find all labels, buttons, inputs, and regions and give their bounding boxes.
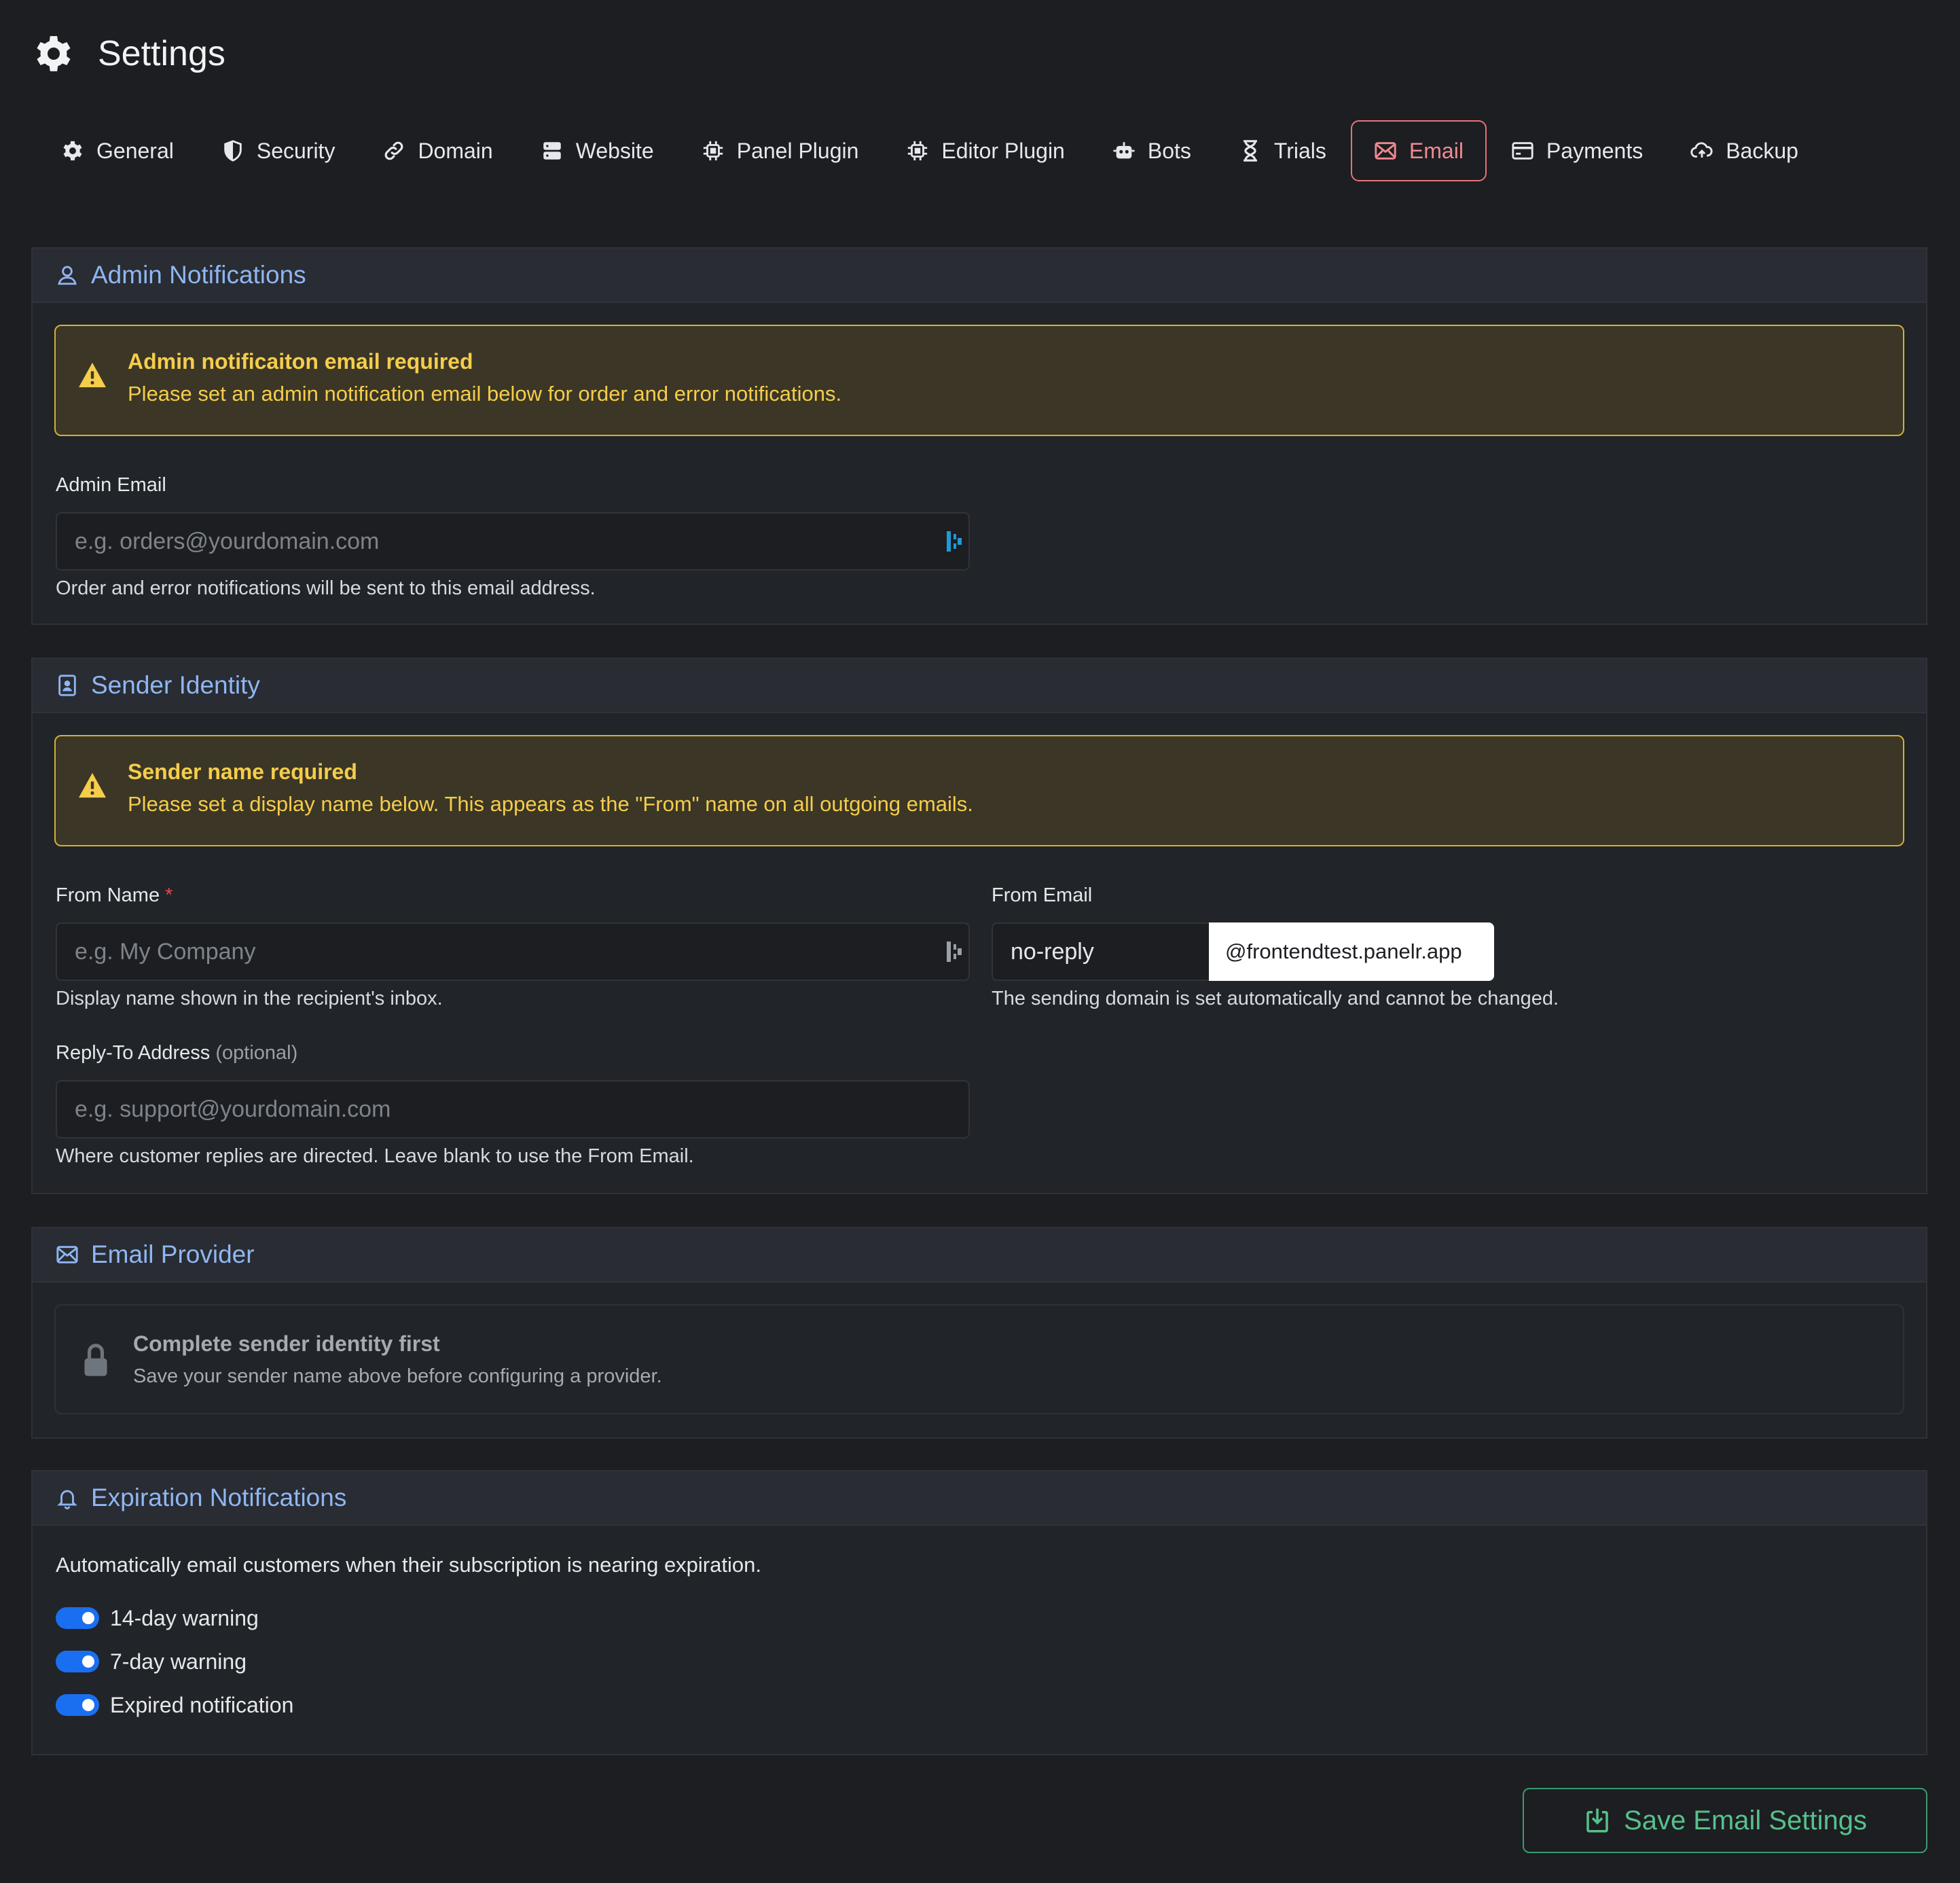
tab-label: Email bbox=[1409, 138, 1464, 163]
tab-trials[interactable]: Trials bbox=[1216, 120, 1349, 181]
reply-to-label: Reply-To Address (optional) bbox=[56, 1042, 297, 1064]
section-title: Expiration Notifications bbox=[91, 1484, 347, 1511]
password-manager-icon[interactable] bbox=[947, 942, 962, 962]
gear-icon bbox=[37, 36, 71, 71]
alert-text: Please set a display name below. This ap… bbox=[128, 792, 973, 816]
chip-icon bbox=[908, 141, 928, 161]
page-header: Settings bbox=[33, 30, 225, 77]
warning-triangle-icon bbox=[79, 362, 106, 388]
warning-triangle-icon bbox=[79, 772, 106, 798]
bell-icon bbox=[57, 1490, 77, 1509]
tab-label: General bbox=[96, 138, 174, 163]
id-badge-icon bbox=[58, 675, 76, 696]
tab-backup[interactable]: Backup bbox=[1667, 120, 1821, 181]
tab-label: Payments bbox=[1546, 138, 1644, 163]
toggle-switch[interactable] bbox=[56, 1651, 99, 1672]
optional-hint: (optional) bbox=[215, 1042, 298, 1064]
envelope-icon bbox=[56, 1246, 78, 1263]
tab-email[interactable]: Email bbox=[1350, 120, 1487, 181]
tab-domain[interactable]: Domain bbox=[359, 120, 515, 181]
tab-label: Security bbox=[256, 138, 335, 163]
admin-email-help: Order and error notifications will be se… bbox=[56, 577, 596, 599]
from-name-help: Display name shown in the recipient's in… bbox=[56, 988, 443, 1009]
from-name-label-text: From Name bbox=[56, 884, 160, 906]
credit-card-icon bbox=[1512, 142, 1533, 160]
from-email-help: The sending domain is set automatically … bbox=[992, 988, 1559, 1009]
locked-text: Save your sender name above before confi… bbox=[133, 1365, 662, 1387]
shield-icon bbox=[224, 140, 242, 162]
envelope-icon bbox=[1375, 142, 1396, 160]
sender-name-warning: Sender name required Please set a displa… bbox=[54, 735, 1904, 846]
hourglass-icon bbox=[1243, 140, 1257, 162]
expiration-description: Automatically email customers when their… bbox=[56, 1553, 761, 1577]
card-header: Sender Identity bbox=[33, 659, 1926, 713]
tab-label: Website bbox=[575, 138, 654, 163]
alert-title: Admin notificaiton email required bbox=[128, 349, 473, 374]
tab-bots[interactable]: Bots bbox=[1089, 120, 1214, 181]
settings-page: Settings General Security Domain Website… bbox=[0, 0, 1960, 1883]
reply-to-help: Where customer replies are directed. Lea… bbox=[56, 1145, 694, 1167]
robot-icon bbox=[1113, 142, 1135, 159]
toggle-label: 14-day warning bbox=[110, 1605, 259, 1630]
gear-icon bbox=[63, 141, 82, 161]
admin-email-label: Admin Email bbox=[56, 474, 166, 496]
save-download-icon bbox=[1586, 1808, 1608, 1833]
section-title: Admin Notifications bbox=[91, 261, 306, 289]
settings-tabs: General Security Domain Website Panel Pl… bbox=[38, 120, 1823, 182]
save-button-label: Save Email Settings bbox=[1624, 1805, 1867, 1835]
from-name-label: From Name * bbox=[56, 884, 173, 907]
chip-icon bbox=[703, 141, 723, 161]
tab-label: Domain bbox=[418, 138, 493, 163]
sender-identity-card: Sender Identity Sender name required Ple… bbox=[31, 658, 1927, 1194]
toggle-14-day-warning[interactable]: 14-day warning bbox=[56, 1604, 259, 1632]
card-header: Expiration Notifications bbox=[33, 1471, 1926, 1526]
page-title: Settings bbox=[98, 34, 225, 73]
required-mark: * bbox=[165, 884, 173, 906]
tab-general[interactable]: General bbox=[38, 120, 197, 181]
cloud-upload-icon bbox=[1690, 142, 1713, 158]
lock-icon bbox=[84, 1344, 107, 1376]
save-email-settings-button[interactable]: Save Email Settings bbox=[1523, 1788, 1927, 1853]
from-email-domain-suffix: @frontendtest.panelr.app bbox=[1209, 922, 1494, 981]
tab-website[interactable]: Website bbox=[518, 120, 677, 181]
tab-label: Backup bbox=[1726, 138, 1798, 163]
alert-title: Sender name required bbox=[128, 759, 357, 784]
card-header: Admin Notifications bbox=[33, 249, 1926, 303]
section-title: Email Provider bbox=[91, 1240, 255, 1268]
tab-editor-plugin[interactable]: Editor Plugin bbox=[883, 120, 1087, 181]
toggle-switch[interactable] bbox=[56, 1694, 99, 1716]
toggle-7-day-warning[interactable]: 7-day warning bbox=[56, 1648, 247, 1675]
toggle-expired-notification[interactable]: Expired notification bbox=[56, 1691, 293, 1719]
tab-label: Bots bbox=[1147, 138, 1191, 163]
password-manager-icon[interactable] bbox=[947, 531, 962, 552]
provider-locked-notice: Complete sender identity first Save your… bbox=[54, 1304, 1904, 1414]
admin-email-warning: Admin notificaiton email required Please… bbox=[54, 325, 1904, 436]
tab-payments[interactable]: Payments bbox=[1488, 120, 1666, 181]
person-icon bbox=[58, 266, 77, 285]
toggle-label: 7-day warning bbox=[110, 1649, 247, 1674]
link-icon bbox=[385, 141, 403, 160]
from-email-label: From Email bbox=[992, 884, 1093, 906]
server-icon bbox=[543, 142, 561, 160]
email-provider-card: Email Provider Complete sender identity … bbox=[31, 1227, 1927, 1439]
from-email-input[interactable] bbox=[992, 922, 1210, 981]
reply-to-input[interactable] bbox=[56, 1080, 970, 1138]
tab-security[interactable]: Security bbox=[198, 120, 359, 181]
expiration-notifications-card: Expiration Notifications Automatically e… bbox=[31, 1470, 1927, 1755]
toggle-label: Expired notification bbox=[110, 1692, 294, 1717]
toggle-switch[interactable] bbox=[56, 1607, 99, 1629]
tab-label: Editor Plugin bbox=[941, 138, 1065, 163]
section-title: Sender Identity bbox=[91, 671, 260, 699]
admin-notifications-card: Admin Notifications Admin notificaiton e… bbox=[31, 247, 1927, 625]
tab-label: Trials bbox=[1273, 138, 1326, 163]
alert-text: Please set an admin notification email b… bbox=[128, 382, 842, 406]
reply-to-label-text: Reply-To Address bbox=[56, 1042, 211, 1064]
tab-panel-plugin[interactable]: Panel Plugin bbox=[678, 120, 882, 181]
admin-email-input[interactable] bbox=[56, 512, 970, 571]
from-name-input[interactable] bbox=[56, 922, 970, 981]
tab-label: Panel Plugin bbox=[736, 138, 859, 163]
card-header: Email Provider bbox=[33, 1228, 1926, 1283]
locked-title: Complete sender identity first bbox=[133, 1331, 440, 1356]
